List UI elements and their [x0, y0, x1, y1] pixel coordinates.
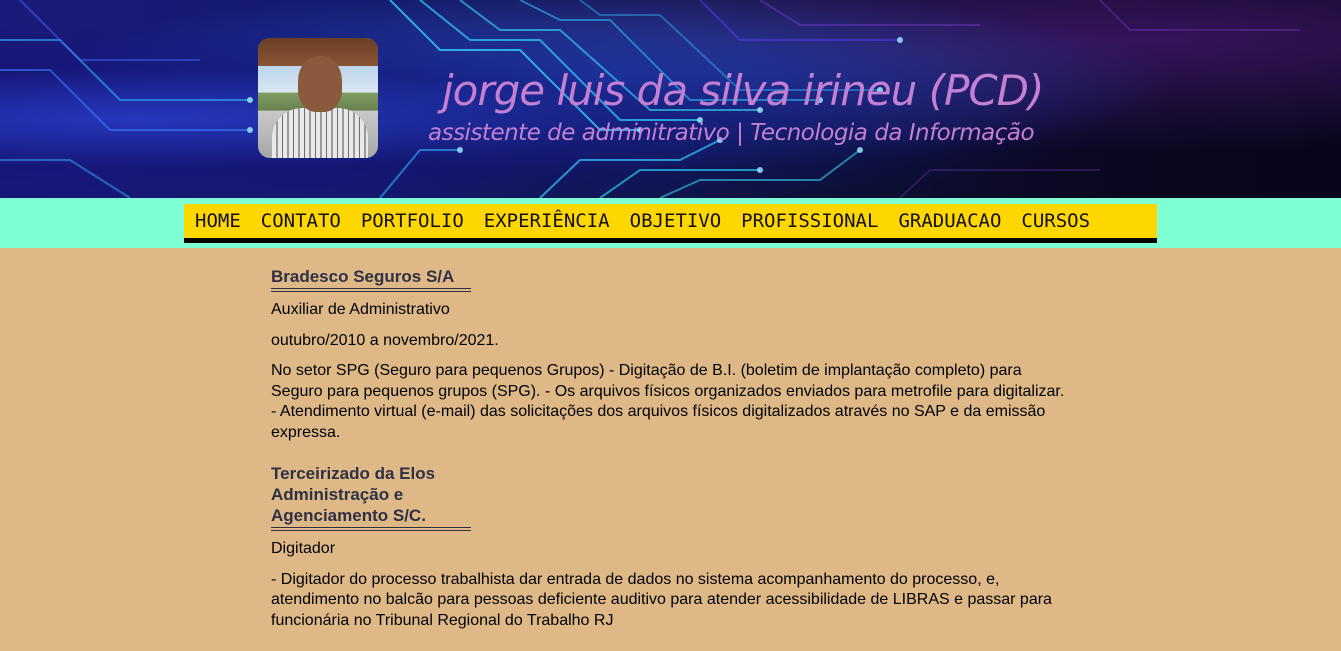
job-period: outubro/2010 a novembro/2021. — [271, 331, 499, 349]
experience-entry: Bradesco Seguros S/A Auxiliar de Adminis… — [271, 266, 1071, 443]
job-role: Digitador — [271, 540, 336, 557]
page-title: jorge luis da silva irineu (PCD) — [442, 66, 1044, 115]
nav-link-graduacao[interactable]: GRADUACAO — [888, 204, 1011, 238]
profile-photo — [258, 38, 378, 158]
job-role: Auxiliar de Administrativo — [271, 301, 450, 318]
nav-link-cursos[interactable]: CURSOS — [1011, 204, 1100, 238]
nav-link-profissional[interactable]: PROFISSIONAL — [731, 204, 888, 238]
experience-entry: Terceirizado da Elos Administração e Age… — [271, 463, 1071, 631]
experience-section: Bradesco Seguros S/A Auxiliar de Adminis… — [271, 266, 1071, 651]
company-heading: Bradesco Seguros S/A — [271, 266, 471, 292]
header-banner: jorge luis da silva irineu (PCD) assiste… — [0, 0, 1341, 198]
nav-link-experiencia[interactable]: EXPERIÊNCIA — [474, 204, 620, 238]
nav-link-contato[interactable]: CONTATO — [251, 204, 351, 238]
nav-link-objetivo[interactable]: OBJETIVO — [620, 204, 732, 238]
nav-link-portfolio[interactable]: PORTFOLIO — [351, 204, 474, 238]
nav-link-home[interactable]: HOME — [184, 204, 251, 238]
main-nav: HOME CONTATO PORTFOLIO EXPERIÊNCIA OBJET… — [184, 204, 1157, 243]
job-description: No setor SPG (Seguro para pequenos Grupo… — [271, 362, 1065, 441]
page-subtitle: assistente de adminitrativo | Tecnologia… — [428, 120, 1035, 146]
company-heading: Terceirizado da Elos Administração e Age… — [271, 463, 471, 531]
